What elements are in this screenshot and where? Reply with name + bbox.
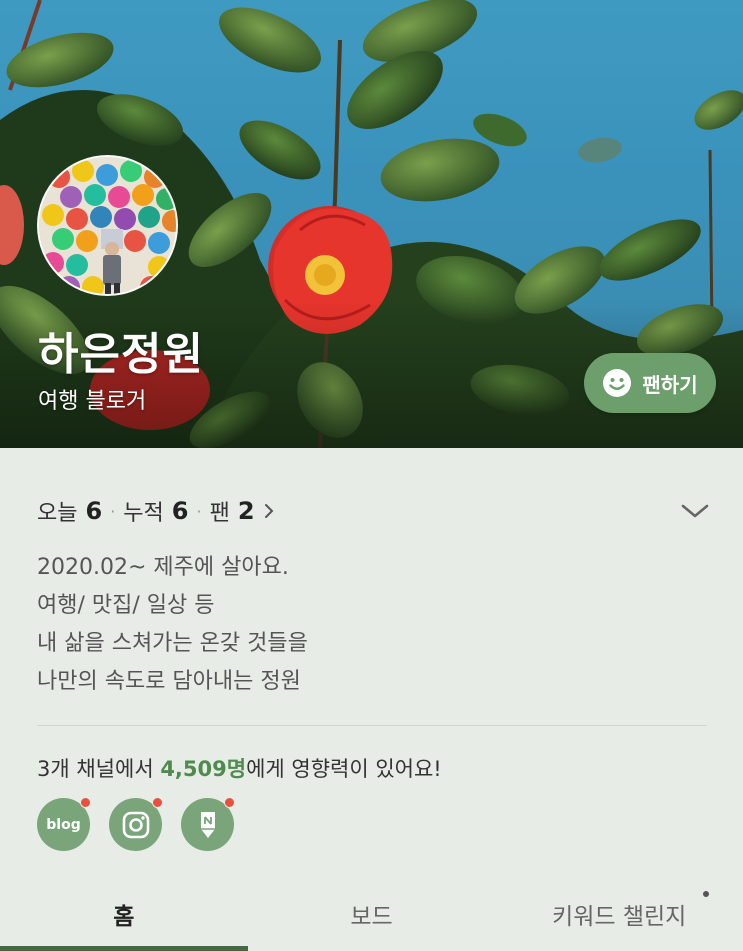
bio-line: 내 삶을 스쳐가는 온갖 것들을 [37, 631, 308, 656]
cover-image: 하은정원 여행 블로거 팬하기 [0, 0, 743, 448]
today-count: 6 [85, 497, 103, 525]
blog-channel-button[interactable]: blog [37, 797, 91, 851]
stats-separator: · [196, 501, 202, 521]
smile-icon [603, 369, 632, 397]
naver-post-channel-button[interactable] [181, 797, 235, 851]
influence-prefix: 3개 채널에서 [37, 757, 161, 781]
fans-label: 팬 [209, 501, 230, 526]
bio-line: 나만의 속도로 담아내는 정원 [37, 669, 301, 694]
tab-bar: 홈 보드 키워드 챌린지 [0, 876, 743, 951]
fans-count: 2 [237, 497, 255, 525]
fan-button[interactable]: 팬하기 [584, 353, 716, 413]
bio-line: 2020.02~ 제주에 살아요. [37, 555, 289, 580]
new-badge [224, 797, 235, 808]
channel-list: blog [37, 797, 235, 851]
total-label: 누적 [123, 501, 164, 526]
profile-bio: 2020.02~ 제주에 살아요. 여행/ 맛집/ 일상 등 내 삶을 스쳐가는… [37, 549, 697, 701]
total-count: 6 [171, 497, 189, 525]
bio-line: 여행/ 맛집/ 일상 등 [37, 593, 215, 618]
instagram-icon [122, 811, 149, 838]
today-label: 오늘 [37, 501, 78, 526]
tab-home[interactable]: 홈 [0, 876, 248, 951]
active-tab-indicator [0, 946, 248, 951]
blog-icon: blog [46, 816, 81, 833]
influence-count: 4,509명 [160, 757, 247, 781]
expand-profile-button[interactable] [676, 496, 714, 526]
new-indicator-dot [703, 891, 709, 897]
new-badge [152, 797, 163, 808]
avatar-umbrellas-image [39, 157, 176, 294]
influence-summary: 3개 채널에서 4,509명에게 영향력이 있어요! [37, 753, 442, 785]
section-divider [37, 725, 707, 726]
new-badge [80, 797, 91, 808]
profile-avatar[interactable] [37, 155, 178, 296]
chevron-down-icon [681, 504, 709, 518]
chevron-right-icon [264, 504, 273, 518]
tab-board[interactable]: 보드 [248, 876, 496, 951]
instagram-channel-button[interactable] [109, 797, 163, 851]
naver-post-icon [200, 811, 215, 838]
visitor-stats[interactable]: 오늘 6 · 누적 6 · 팬 2 [37, 494, 275, 528]
blog-title: 하은정원 [38, 329, 204, 380]
tab-keyword-challenge[interactable]: 키워드 챌린지 [495, 876, 743, 951]
fan-button-label: 팬하기 [642, 372, 698, 397]
blog-subtitle: 여행 블로거 [38, 389, 147, 414]
influence-suffix: 에게 영향력이 있어요! [246, 757, 442, 781]
stats-separator: · [110, 501, 116, 521]
